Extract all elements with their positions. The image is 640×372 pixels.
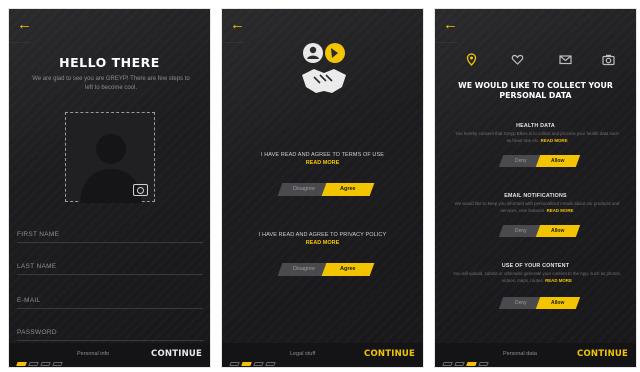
- privacy-toggle[interactable]: Disagree Agree: [277, 263, 375, 276]
- terms-read-more-link[interactable]: READ MORE: [222, 160, 423, 166]
- email-notifications-body: We would like to keep you informed with …: [454, 201, 620, 213]
- email-deny-label: Deny: [515, 228, 527, 234]
- footer-bar: Legal stuff CONTINUE: [222, 343, 423, 367]
- terms-disagree-label: Disagree: [292, 186, 315, 192]
- email-notifications-description: We would like to keep you informed with …: [453, 201, 621, 214]
- step-label: Personal data: [503, 351, 537, 357]
- step-dot: [454, 362, 465, 366]
- last-name-field[interactable]: [17, 255, 203, 276]
- step-indicator: [229, 353, 278, 366]
- step-dot: [442, 362, 453, 366]
- mail-icon[interactable]: [559, 53, 572, 66]
- profile-photo-upload[interactable]: [65, 112, 155, 203]
- title-line-1: WE WOULD LIKE TO COLLECT YOUR: [458, 81, 613, 90]
- back-arrow-icon[interactable]: ←: [230, 17, 245, 32]
- terms-agree-option[interactable]: Agree: [321, 183, 375, 196]
- camera-icon[interactable]: [133, 184, 148, 196]
- step-dot: [40, 362, 51, 366]
- privacy-agree-option[interactable]: Agree: [321, 263, 375, 276]
- privacy-read-more-link[interactable]: READ MORE: [222, 240, 423, 246]
- email-field[interactable]: [17, 289, 203, 310]
- screen-personal-data: ← WE WOULD LIKE TO COLLECT YOUR PERSONAL…: [434, 8, 637, 368]
- screen-personal-info: ← HELLO THERE We are glad to see you are…: [8, 8, 211, 368]
- step-dot: [16, 362, 27, 366]
- footer-bar: Personal data CONTINUE: [435, 343, 636, 367]
- first-name-input[interactable]: [17, 225, 203, 244]
- content-use-description: You will upload, submit or otherwise gen…: [453, 271, 621, 284]
- continue-button[interactable]: CONTINUE: [364, 349, 415, 359]
- location-pin-icon[interactable]: [465, 53, 478, 66]
- step-dot: [253, 362, 264, 366]
- content-deny-label: Deny: [515, 300, 527, 306]
- content-use-body: You will upload, submit or otherwise gen…: [453, 271, 621, 283]
- step-dot: [28, 362, 39, 366]
- screen-legal: ← I HAVE READ AND AGREE TO TERMS OF USE …: [221, 8, 424, 368]
- step-indicator: [442, 353, 491, 366]
- email-notifications-toggle[interactable]: Deny Allow: [498, 225, 581, 237]
- health-data-toggle[interactable]: Deny Allow: [498, 155, 581, 167]
- password-input[interactable]: [17, 323, 203, 342]
- step-dot: [52, 362, 63, 366]
- email-read-more-link[interactable]: READ MORE: [547, 208, 574, 213]
- step-label: Personal info: [77, 351, 110, 357]
- email-allow-option[interactable]: Allow: [535, 225, 581, 237]
- health-allow-label: Allow: [551, 158, 565, 164]
- terms-toggle[interactable]: Disagree Agree: [277, 183, 375, 196]
- health-allow-option[interactable]: Allow: [535, 155, 581, 167]
- health-data-body: You hereby consent that Greyp Bikes is t…: [455, 131, 619, 143]
- email-notifications-title: EMAIL NOTIFICATIONS: [504, 193, 567, 199]
- step-dot: [229, 362, 240, 366]
- back-arrow-icon[interactable]: ←: [443, 17, 458, 32]
- health-data-description: You hereby consent that Greyp Bikes is t…: [453, 131, 621, 144]
- data-type-icons: [465, 53, 615, 67]
- page-title: WE WOULD LIKE TO COLLECT YOUR PERSONAL D…: [435, 81, 636, 101]
- content-use-title: USE OF YOUR CONTENT: [501, 263, 570, 269]
- step-dot: [265, 362, 276, 366]
- terms-agree-label: Agree: [340, 186, 356, 192]
- content-use-toggle[interactable]: Deny Allow: [498, 297, 581, 309]
- first-name-field[interactable]: [17, 223, 203, 244]
- back-arrow-icon[interactable]: ←: [17, 17, 32, 32]
- privacy-text: I HAVE READ AND AGREE TO PRIVACY POLICY: [258, 232, 387, 238]
- page-subtitle: We are glad to see you are GREYP! There …: [32, 76, 190, 91]
- health-deny-label: Deny: [515, 158, 527, 164]
- camera-icon[interactable]: [602, 53, 615, 66]
- terms-text: I HAVE READ AND AGREE TO TERMS OF USE: [260, 152, 385, 158]
- privacy-disagree-label: Disagree: [292, 266, 315, 272]
- page-title: HELLO THERE: [59, 55, 160, 70]
- content-allow-option[interactable]: Allow: [535, 297, 581, 309]
- step-dot: [478, 362, 489, 366]
- step-dot: [241, 362, 252, 366]
- last-name-input[interactable]: [17, 257, 203, 276]
- onboarding-stage: ← HELLO THERE We are glad to see you are…: [0, 0, 640, 372]
- heart-icon[interactable]: [511, 53, 524, 66]
- footer-bar: Personal info CONTINUE: [9, 343, 210, 367]
- step-dot: [466, 362, 477, 366]
- email-input[interactable]: [17, 291, 203, 310]
- continue-button[interactable]: CONTINUE: [577, 349, 628, 359]
- privacy-agree-label: Agree: [340, 266, 356, 272]
- handshake-logo-icon: [302, 43, 346, 93]
- step-indicator: [16, 353, 65, 366]
- step-label: Legal stuff: [290, 351, 316, 357]
- content-read-more-link[interactable]: READ MORE: [545, 278, 572, 283]
- health-read-more-link[interactable]: READ MORE: [541, 138, 568, 143]
- continue-button[interactable]: CONTINUE: [151, 349, 202, 359]
- password-field[interactable]: [17, 321, 203, 342]
- email-allow-label: Allow: [551, 228, 565, 234]
- content-allow-label: Allow: [551, 300, 565, 306]
- title-line-2: PERSONAL DATA: [499, 91, 572, 100]
- health-data-title: HEALTH DATA: [516, 123, 555, 129]
